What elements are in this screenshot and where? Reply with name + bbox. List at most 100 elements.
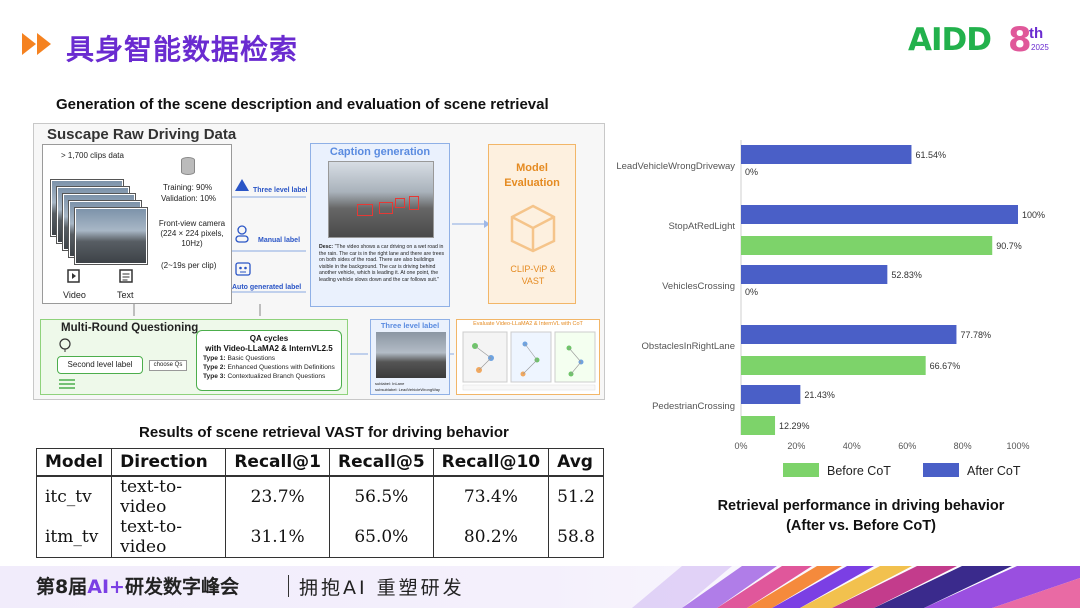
cell-model: itc_tv — [35, 475, 113, 517]
col-recall5: Recall@5 — [329, 448, 434, 477]
cell-direction: text-to-video — [111, 516, 227, 558]
footer-decoration — [632, 566, 1080, 608]
auto-label: Auto generated label — [232, 284, 302, 291]
double-arrow-icon — [22, 33, 51, 55]
bar-after-cot — [741, 325, 957, 344]
col-direction: Direction — [111, 448, 227, 477]
qa-type-1: Type 1: Basic Questions — [203, 355, 276, 362]
x-tick-label: 40% — [843, 441, 861, 451]
col-recall10: Recall@10 — [432, 448, 550, 477]
bar-after-cot — [741, 265, 888, 284]
cell-avg: 58.8 — [548, 516, 604, 558]
pipeline-figure: Suscape Raw Driving Data > 1,700 clips d… — [33, 123, 605, 400]
table-row: itc_tv text-to-video 23.7% 56.5% 73.4% 5… — [35, 475, 604, 517]
figure-title: Generation of the scene description and … — [56, 96, 549, 113]
cell-recall5: 56.5% — [329, 475, 434, 517]
mrq-title: Multi-Round Questioning — [61, 322, 199, 334]
evaluate-box: Evaluate Video-LLaMA2 & InternVL with Co… — [456, 319, 600, 395]
evaluate-diagram — [462, 331, 596, 391]
flow-icon — [59, 379, 75, 389]
cell-recall1: 23.7% — [225, 475, 330, 517]
category-label: StopAtRedLight — [668, 221, 735, 232]
col-avg: Avg — [548, 448, 604, 477]
tl-subsublabel: subsublabel: LeadVehicleWrongWay — [375, 387, 440, 392]
tl-image — [376, 332, 446, 378]
x-tick-label: 0% — [734, 441, 747, 451]
col-recall1: Recall@1 — [225, 448, 330, 477]
aidd-logo: AIDD 8 th 2025 — [908, 20, 1049, 60]
x-tick-label: 100% — [1006, 441, 1029, 451]
choose-qs: choose Qs — [149, 360, 187, 371]
page-title: 具身智能数据检索 — [66, 33, 299, 66]
bar-before-cot — [741, 356, 926, 375]
footer-divider — [288, 575, 289, 597]
robot-icon — [235, 262, 251, 276]
cell-recall10: 80.2% — [432, 516, 550, 558]
results-table: Model Direction Recall@1 Recall@5 Recall… — [35, 448, 604, 558]
data-label-after: 61.54% — [915, 150, 946, 160]
manual-label: Manual label — [258, 237, 301, 244]
cell-recall5: 65.0% — [329, 516, 434, 558]
model-evaluation-box: Model Evaluation CLIP-ViP & VAST — [488, 144, 576, 304]
caption-generation-box: Caption generation Desc: "The video show… — [310, 143, 450, 307]
qa-heading: QA cycles with Video-LLaMA2 & InternVL2.5 — [205, 334, 333, 353]
legend-before: Before CoT — [783, 463, 891, 478]
summit-slogan: 拥抱AI 重塑研发 — [299, 577, 465, 599]
bar-after-cot — [741, 145, 912, 164]
category-label: VehiclesCrossing — [662, 281, 735, 292]
x-tick-label: 80% — [954, 441, 972, 451]
category-label: ObstaclesInRightLane — [642, 341, 735, 352]
three-level-label-box: Three level label sublabel: InLane subsu… — [370, 319, 450, 395]
caption-description: Desc: "The video shows a car driving on … — [319, 244, 445, 283]
legend-swatch-before — [783, 463, 819, 477]
second-level-label: Second level label — [57, 356, 143, 374]
table-title: Results of scene retrieval VAST for driv… — [139, 424, 509, 441]
col-model: Model — [35, 448, 113, 477]
cell-avg: 51.2 — [548, 475, 604, 517]
bar-after-cot — [741, 385, 801, 404]
bar-before-cot — [741, 236, 993, 255]
cell-direction: text-to-video — [111, 475, 227, 517]
data-label-before: 12.29% — [779, 421, 810, 431]
evaluate-title: Evaluate Video-LLaMA2 & InternVL with Co… — [473, 321, 583, 327]
data-label-before: 0% — [745, 287, 758, 297]
cell-model: itm_tv — [35, 516, 113, 558]
model-names: CLIP-ViP & VAST — [510, 264, 556, 286]
x-tick-label: 20% — [787, 441, 805, 451]
person-icon — [235, 225, 249, 243]
caption-image — [328, 161, 434, 238]
multi-round-box: Multi-Round Questioning Second level lab… — [40, 319, 348, 395]
table-header-row: Model Direction Recall@1 Recall@5 Recall… — [35, 448, 604, 477]
data-label-after: 77.78% — [960, 330, 991, 340]
pyramid-icon — [235, 179, 249, 191]
qa-cycles-box: QA cycles with Video-LLaMA2 & InternVL2.5… — [196, 330, 342, 391]
data-label-after: 52.83% — [891, 270, 922, 280]
data-label-before: 66.67% — [930, 361, 961, 371]
three-level-label: Three level label — [253, 187, 308, 194]
bar-after-cot — [741, 205, 1018, 224]
cell-recall1: 31.1% — [225, 516, 330, 558]
cot-bar-chart: 0% 20% 40% 60% 80% 100% LeadVehicleWrongDrivew… — [616, 140, 1045, 451]
category-label: LeadVehicleWrongDriveway — [616, 161, 735, 172]
cell-recall10: 73.4% — [432, 475, 550, 517]
data-label-after: 21.43% — [804, 390, 835, 400]
qa-type-2: Type 2: Enhanced Questions with Definiti… — [203, 364, 335, 371]
summit-name: 第8届AI+研发数字峰会 — [36, 576, 239, 598]
category-label: PedestrianCrossing — [652, 401, 735, 412]
brain-icon — [59, 338, 71, 352]
bar-before-cot — [741, 416, 776, 435]
footer-bar: 第8届AI+研发数字峰会 拥抱AI 重塑研发 — [0, 566, 1080, 608]
x-tick-label: 60% — [898, 441, 916, 451]
tl-title: Three level label — [380, 321, 440, 330]
data-label-before: 0% — [745, 167, 758, 177]
legend-swatch-after — [923, 463, 959, 477]
data-label-after: 100% — [1022, 210, 1045, 220]
cube-icon — [510, 204, 556, 253]
tl-sublabel: sublabel: InLane — [375, 381, 405, 386]
qa-type-3: Type 3: Contextualized Branch Questions — [203, 373, 326, 380]
data-label-before: 90.7% — [996, 241, 1022, 251]
model-title: Model Evaluation — [504, 162, 560, 189]
legend-after: After CoT — [923, 463, 1021, 478]
chart-caption: Retrieval performance in driving behavio… — [717, 498, 1005, 534]
caption-title: Caption generation — [329, 146, 431, 158]
